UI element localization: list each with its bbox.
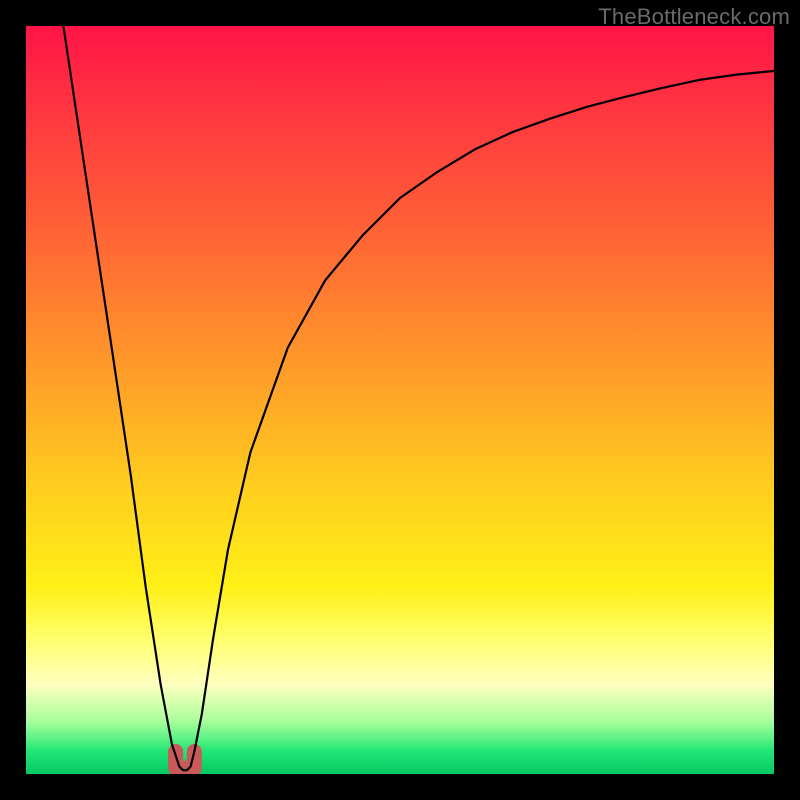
bottleneck-curve (63, 26, 774, 770)
chart-frame: TheBottleneck.com (0, 0, 800, 800)
plot-area (26, 26, 774, 774)
curve-svg (26, 26, 774, 774)
